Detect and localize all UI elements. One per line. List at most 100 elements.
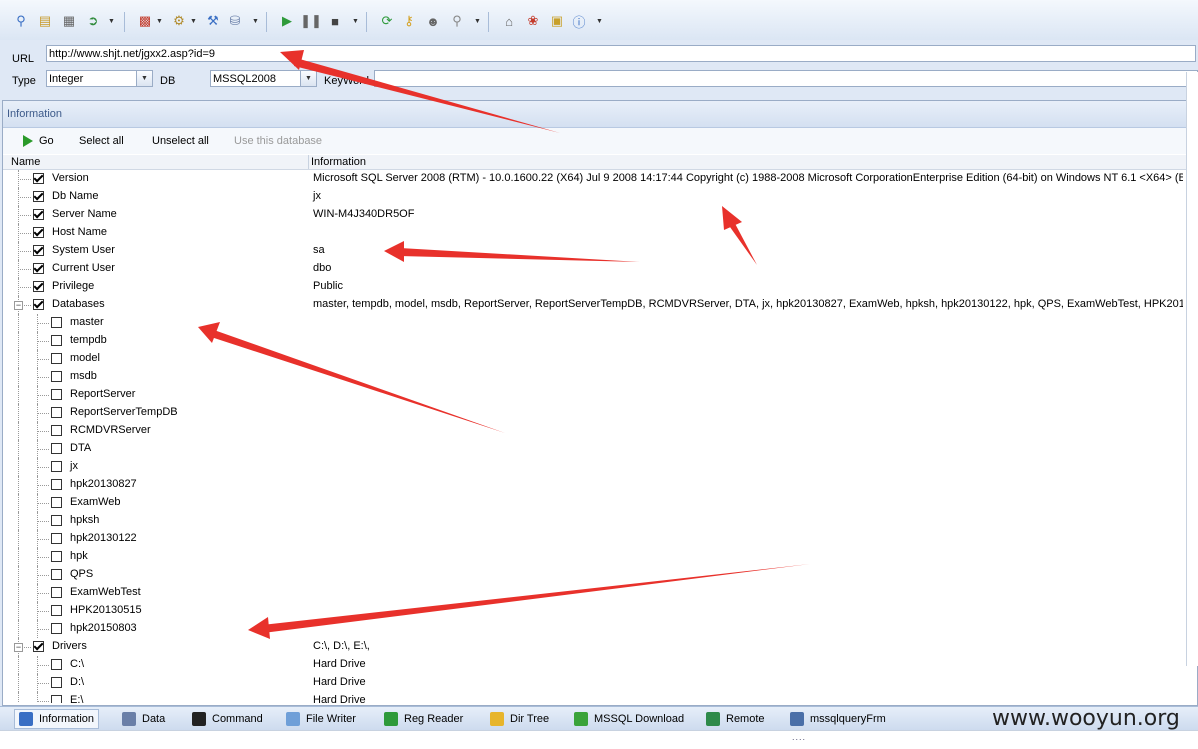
tree-row[interactable]: master (3, 314, 1183, 332)
go-button[interactable]: Go (23, 135, 54, 148)
toolbar-dropdown-1[interactable]: ▼ (108, 14, 116, 28)
row-checkbox[interactable] (51, 335, 62, 346)
tab-data[interactable]: Data (122, 711, 165, 727)
row-checkbox[interactable] (33, 245, 44, 256)
export-icon[interactable]: ➲ (84, 12, 102, 30)
tree-row[interactable]: ExamWebTest (3, 584, 1183, 602)
pause-icon[interactable]: ❚❚ (300, 12, 322, 30)
tree-row[interactable]: DTA (3, 440, 1183, 458)
row-checkbox[interactable] (33, 227, 44, 238)
tab-remote[interactable]: Remote (706, 711, 765, 727)
refresh-icon[interactable]: ⟳ (378, 12, 396, 30)
tree-row[interactable]: HPK20130515 (3, 602, 1183, 620)
tab-mssql-download[interactable]: MSSQL Download (574, 711, 684, 727)
row-checkbox[interactable] (51, 569, 62, 580)
key-icon[interactable]: ⚷ (400, 12, 418, 30)
tab-file-writer[interactable]: File Writer (286, 711, 356, 727)
find-icon[interactable]: ⚲ (12, 12, 30, 30)
row-checkbox[interactable] (51, 659, 62, 670)
row-checkbox[interactable] (51, 317, 62, 328)
information-column-header[interactable]: Information (311, 156, 366, 168)
row-checkbox[interactable] (51, 677, 62, 688)
collapse-icon[interactable]: − (14, 301, 23, 310)
tree-row[interactable]: Db Name jx (3, 188, 1183, 206)
tree-row[interactable]: jx (3, 458, 1183, 476)
row-checkbox[interactable] (33, 209, 44, 220)
tree-row[interactable]: RCMDVRServer (3, 422, 1183, 440)
tree-row[interactable]: − Drivers C:\, D:\, E:\, (3, 638, 1183, 656)
toolbar-dropdown-4[interactable]: ▼ (252, 14, 260, 28)
tree-row[interactable]: hpk20130122 (3, 530, 1183, 548)
row-checkbox[interactable] (33, 263, 44, 274)
db-select[interactable]: MSSQL2008 ▼ (210, 70, 317, 87)
row-checkbox[interactable] (51, 461, 62, 472)
row-checkbox[interactable] (51, 605, 62, 616)
chevron-down-icon[interactable]: ▼ (136, 71, 152, 86)
tree-row[interactable]: E:\ Hard Drive (3, 692, 1183, 703)
toolbar-dropdown-6[interactable]: ▼ (474, 14, 482, 28)
tree-row[interactable]: ExamWeb (3, 494, 1183, 512)
tree-row[interactable]: hpk20150803 (3, 620, 1183, 638)
row-checkbox[interactable] (33, 173, 44, 184)
tree-row[interactable]: msdb (3, 368, 1183, 386)
row-checkbox[interactable] (51, 695, 62, 703)
tree-row[interactable]: hpk20130827 (3, 476, 1183, 494)
column-separator[interactable] (308, 155, 309, 169)
keyword-input[interactable] (374, 70, 1198, 87)
row-checkbox[interactable] (51, 443, 62, 454)
row-checkbox[interactable] (33, 281, 44, 292)
row-checkbox[interactable] (33, 191, 44, 202)
tree-row[interactable]: Host Name (3, 224, 1183, 242)
note-icon[interactable]: ▤ (36, 12, 54, 30)
use-database-button[interactable]: Use this database (234, 135, 322, 147)
unselect-all-button[interactable]: Unselect all (152, 135, 209, 147)
row-checkbox[interactable] (51, 353, 62, 364)
tree-row[interactable]: tempdb (3, 332, 1183, 350)
toolbar-dropdown-5[interactable]: ▼ (352, 14, 360, 28)
row-checkbox[interactable] (51, 407, 62, 418)
row-checkbox[interactable] (51, 551, 62, 562)
tab-dir-tree[interactable]: Dir Tree (490, 711, 549, 727)
tree-row[interactable]: Current User dbo (3, 260, 1183, 278)
tree-row[interactable]: hpksh (3, 512, 1183, 530)
row-checkbox[interactable] (51, 623, 62, 634)
right-scroll-strip[interactable] (1186, 72, 1198, 666)
row-checkbox[interactable] (51, 515, 62, 526)
settings-icon[interactable]: ▩ (136, 12, 154, 30)
select-all-button[interactable]: Select all (79, 135, 124, 147)
tree-row[interactable]: D:\ Hard Drive (3, 674, 1183, 692)
name-column-header[interactable]: Name (11, 156, 40, 168)
row-checkbox[interactable] (51, 425, 62, 436)
tree-row[interactable]: ReportServerTempDB (3, 404, 1183, 422)
tree-row[interactable]: C:\ Hard Drive (3, 656, 1183, 674)
toolbar-dropdown-2[interactable]: ▼ (156, 14, 164, 28)
doc-icon[interactable]: ▦ (60, 12, 78, 30)
tree-row[interactable]: Version Microsoft SQL Server 2008 (RTM) -… (3, 170, 1183, 188)
chevron-down-icon[interactable]: ▼ (300, 71, 316, 86)
home-icon[interactable]: ⌂ (500, 12, 518, 30)
row-checkbox[interactable] (51, 587, 62, 598)
row-checkbox[interactable] (51, 479, 62, 490)
row-checkbox[interactable] (51, 497, 62, 508)
tree-row[interactable]: Server Name WIN-M4J340DR5OF (3, 206, 1183, 224)
info-icon[interactable]: ⓘ (570, 12, 588, 30)
tab-information[interactable]: Information (14, 709, 100, 729)
tab-reg-reader[interactable]: Reg Reader (384, 711, 463, 727)
search-icon[interactable]: ⚲ (448, 12, 466, 30)
tree-row[interactable]: ReportServer (3, 386, 1183, 404)
row-checkbox[interactable] (51, 533, 62, 544)
tab-mssqlqueryfrm[interactable]: mssqlqueryFrm (790, 711, 886, 727)
url-input[interactable]: http://www.shjt.net/jgxx2.asp?id=9 (46, 45, 1196, 62)
tab-command[interactable]: Command (192, 711, 263, 727)
row-checkbox[interactable] (33, 299, 44, 310)
bug-icon[interactable]: ❀ (524, 12, 542, 30)
toolbar-dropdown-3[interactable]: ▼ (190, 14, 198, 28)
row-checkbox[interactable] (51, 371, 62, 382)
wrench-icon[interactable]: ⚒ (204, 12, 222, 30)
tools-icon[interactable]: ⚙ (170, 12, 188, 30)
toolbar-dropdown-7[interactable]: ▼ (596, 14, 604, 28)
package-icon[interactable]: ▣ (548, 12, 566, 30)
collapse-icon[interactable]: − (14, 643, 23, 652)
run-icon[interactable]: ▶ (278, 12, 296, 30)
type-select[interactable]: Integer ▼ (46, 70, 153, 87)
